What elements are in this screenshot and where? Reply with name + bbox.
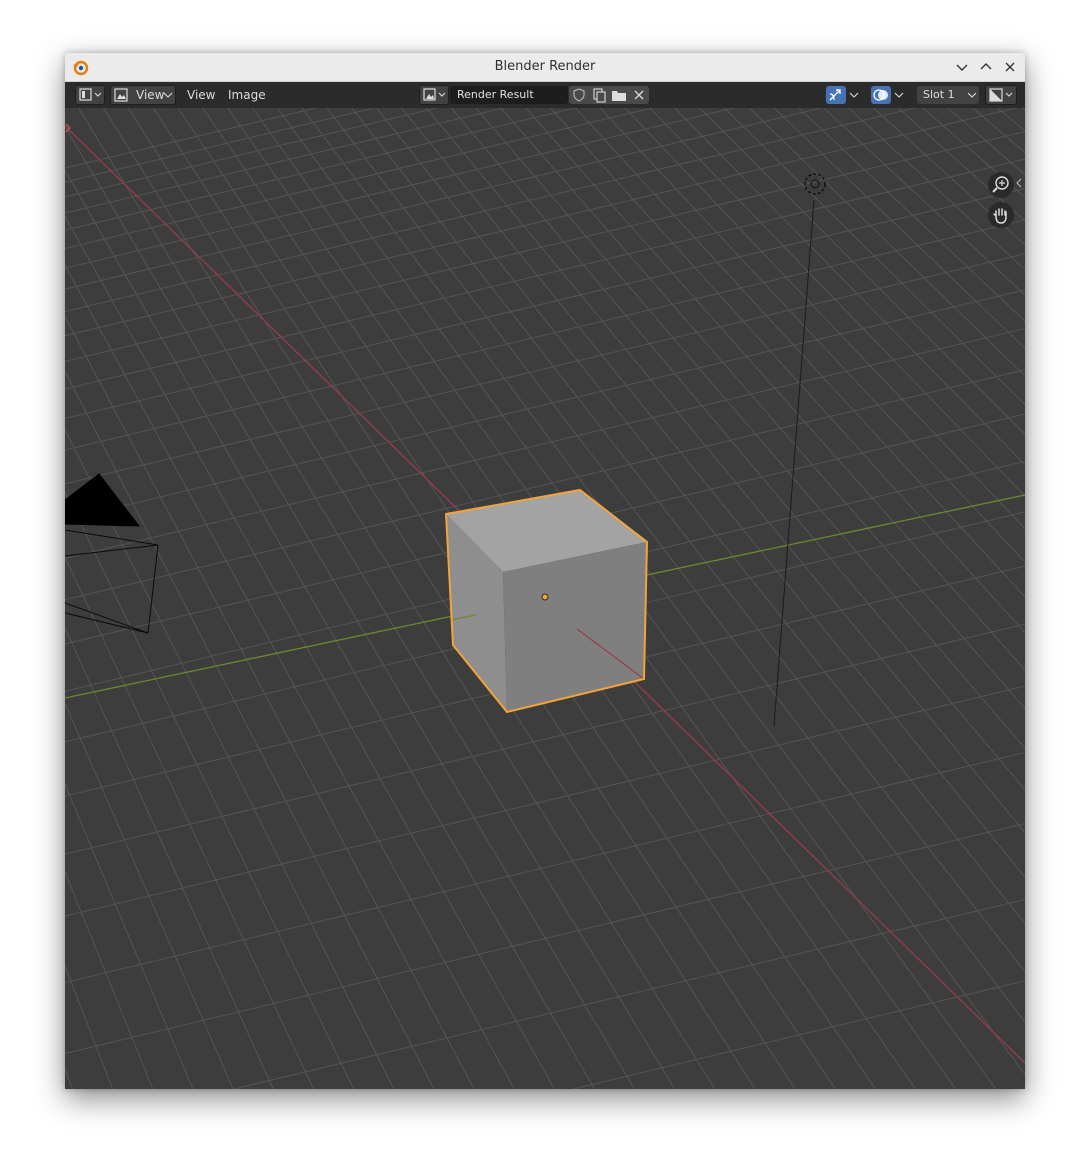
image-name-field[interactable]: Render Result	[450, 86, 568, 104]
grid-line	[65, 751, 1025, 983]
grid-line	[65, 1067, 74, 1089]
window-title: Blender Render	[494, 59, 596, 74]
grid-line	[65, 870, 154, 1089]
folder-icon	[612, 91, 626, 101]
gizmo-icon	[829, 89, 841, 101]
slot-dropdown[interactable]: Slot 1	[917, 86, 979, 104]
fake-user-button[interactable]	[569, 86, 589, 104]
editor-type-dropdown[interactable]	[75, 85, 105, 105]
view-mode-label: View	[136, 88, 165, 102]
maximize-button[interactable]	[977, 58, 995, 76]
minimize-button[interactable]	[953, 58, 971, 76]
menu-image[interactable]: Image	[228, 85, 266, 105]
render-canvas	[65, 108, 1025, 1089]
menu-view[interactable]: View	[187, 85, 215, 105]
new-image-icon	[593, 88, 606, 103]
browse-image-dropdown[interactable]	[419, 85, 449, 105]
chevron-down-icon[interactable]	[894, 91, 904, 99]
grid-line	[65, 108, 377, 183]
overlay-toggle-button[interactable]	[871, 86, 891, 104]
title-bar: Blender Render	[65, 53, 1025, 82]
grid-line	[127, 108, 756, 1089]
open-image-button[interactable]	[609, 86, 629, 104]
image-browse-icon	[423, 88, 446, 101]
grid-line	[65, 626, 274, 1089]
display-channels-icon	[989, 88, 1013, 102]
chevron-down-icon	[967, 92, 977, 98]
render-result-viewport[interactable]	[65, 108, 1025, 1089]
header-toolbar: View View Image Render Result Slot 1	[65, 82, 1025, 108]
grid-line	[65, 289, 1025, 521]
image-editor-icon	[79, 88, 102, 101]
grid-line	[65, 823, 1025, 1054]
display-channels-dropdown[interactable]	[985, 85, 1017, 105]
zoom-icon	[992, 176, 1009, 193]
grid-line	[65, 556, 314, 1089]
new-image-button[interactable]	[589, 86, 609, 104]
grid-line	[231, 898, 1025, 1089]
grid-line	[65, 428, 395, 1089]
unlink-image-button[interactable]	[629, 86, 649, 104]
chevron-down-icon	[163, 92, 173, 98]
grid-line	[65, 370, 435, 1089]
view-mode-dropdown[interactable]: View	[110, 85, 176, 105]
sidebar-toggle-icon[interactable]	[1015, 178, 1023, 188]
grid-line	[65, 130, 1025, 362]
grid-line	[65, 253, 1025, 485]
zoom-button[interactable]	[988, 172, 1014, 198]
camera-object	[65, 473, 159, 634]
grid-line	[65, 965, 114, 1089]
cube-object	[444, 488, 649, 714]
grid-line	[65, 108, 439, 198]
image-icon	[114, 88, 128, 102]
overlay-icon	[873, 89, 888, 101]
grid-line	[65, 108, 578, 231]
grid-line	[65, 187, 1025, 419]
grid-line	[65, 783, 194, 1089]
cube-origin	[541, 593, 549, 601]
slot-label: Slot 1	[923, 88, 955, 101]
close-window-button[interactable]	[1001, 58, 1019, 76]
blender-window: Blender Render View View Image Render Re…	[65, 53, 1025, 1089]
close-icon	[634, 90, 644, 100]
chevron-down-icon[interactable]	[849, 91, 859, 99]
gizmo-toggle-button[interactable]	[826, 86, 846, 104]
grid-line	[65, 490, 355, 1089]
pan-button[interactable]	[988, 202, 1014, 228]
hand-icon	[993, 208, 1007, 224]
shield-icon	[573, 88, 585, 102]
grid-line	[65, 702, 234, 1089]
grid-line	[102, 108, 716, 1089]
grid-line	[65, 108, 1018, 337]
